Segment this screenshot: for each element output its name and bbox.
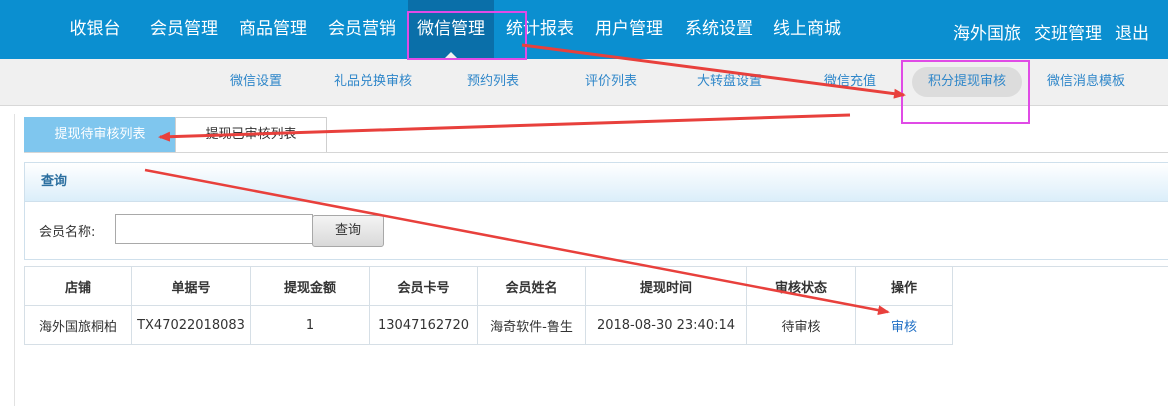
subnav-reservation-list[interactable]: 预约列表 (467, 59, 519, 105)
withdrawal-table: 店铺 单据号 提现金额 会员卡号 会员姓名 提现时间 审核状态 操作 海外国旅桐… (24, 266, 953, 345)
cell-withdraw-time: 2018-08-30 23:40:14 (585, 305, 747, 345)
cell-doc-number: TX47022018083 (131, 305, 251, 345)
top-navigation-bar: 收银台 会员管理 商品管理 会员营销 微信管理 统计报表 用户管理 系统设置 线… (0, 0, 1168, 59)
nav-statistics-reports[interactable]: 统计报表 (500, 0, 580, 59)
subnav-wechat-recharge[interactable]: 微信充值 (824, 59, 876, 105)
tab-pending-withdrawals[interactable]: 提现待审核列表 (24, 117, 176, 153)
table-row: 海外国旅桐柏 TX47022018083 1 13047162720 海奇软件-… (24, 305, 953, 345)
tab-reviewed-withdrawals[interactable]: 提现已审核列表 (175, 117, 327, 153)
nav-wechat-management[interactable]: 微信管理 (408, 0, 494, 59)
query-panel: 查询 会员名称: 查询 (24, 162, 1168, 260)
query-panel-title: 查询 (25, 163, 1168, 202)
col-store: 店铺 (24, 266, 132, 306)
col-withdraw-amount: 提现金额 (250, 266, 370, 306)
member-name-label: 会员名称: (39, 225, 96, 240)
nav-store-name[interactable]: 海外国旅 (950, 10, 1024, 59)
nav-member-management[interactable]: 会员管理 (144, 0, 224, 59)
nav-member-marketing[interactable]: 会员营销 (322, 0, 402, 59)
col-review-status: 审核状态 (746, 266, 856, 306)
nav-logout[interactable]: 退出 (1112, 10, 1152, 59)
cell-member-name: 海奇软件-鲁生 (477, 305, 586, 345)
col-card-number: 会员卡号 (369, 266, 478, 306)
subnav-wechat-settings[interactable]: 微信设置 (230, 59, 282, 105)
col-withdraw-time: 提现时间 (585, 266, 747, 306)
table-header-row: 店铺 单据号 提现金额 会员卡号 会员姓名 提现时间 审核状态 操作 (24, 266, 953, 306)
nav-user-management[interactable]: 用户管理 (589, 0, 669, 59)
subnav-gift-exchange-review[interactable]: 礼品兑换审核 (334, 59, 412, 105)
col-actions: 操作 (855, 266, 953, 306)
nav-system-settings[interactable]: 系统设置 (679, 0, 759, 59)
col-member-name: 会员姓名 (477, 266, 586, 306)
nav-online-mall[interactable]: 线上商城 (767, 0, 847, 59)
subnav-wheel-settings[interactable]: 大转盘设置 (697, 59, 762, 105)
nav-shift-management[interactable]: 交班管理 (1031, 10, 1105, 59)
subnav-wechat-message-template[interactable]: 微信消息模板 (1047, 59, 1125, 105)
review-link[interactable]: 审核 (891, 320, 917, 335)
sub-navigation-bar: 微信设置 礼品兑换审核 预约列表 评价列表 大转盘设置 微信充值 积分提现审核 … (0, 59, 1168, 106)
member-name-input[interactable] (115, 214, 313, 244)
cell-withdraw-amount: 1 (250, 305, 370, 345)
cell-card-number: 13047162720 (369, 305, 478, 345)
search-button[interactable]: 查询 (312, 215, 384, 247)
cell-action: 审核 (855, 305, 953, 345)
subnav-points-withdrawal-review[interactable]: 积分提现审核 (912, 67, 1023, 97)
content-divider (14, 114, 15, 406)
subnav-review-list[interactable]: 评价列表 (585, 59, 637, 105)
nav-product-management[interactable]: 商品管理 (233, 0, 313, 59)
col-doc-number: 单据号 (131, 266, 251, 306)
cell-review-status: 待审核 (746, 305, 856, 345)
nav-cashier[interactable]: 收银台 (64, 0, 126, 59)
tab-underline (24, 152, 1168, 153)
cell-store: 海外国旅桐柏 (24, 305, 132, 345)
